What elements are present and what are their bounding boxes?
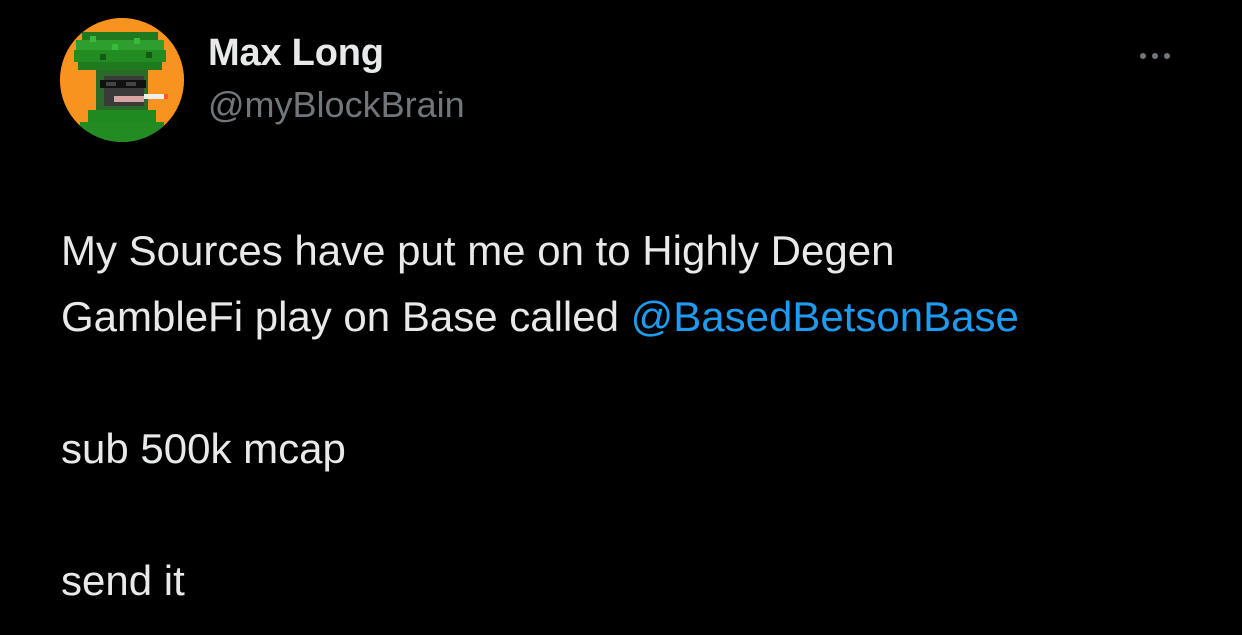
mention-link[interactable]: @BasedBetsonBase bbox=[631, 293, 1019, 340]
more-options-icon-dot bbox=[1152, 53, 1158, 59]
tweet-text: My Sources have put me on to Highly Dege… bbox=[61, 218, 1201, 614]
more-options-icon bbox=[1140, 53, 1146, 59]
tweet-line-text: GambleFi play on Base called bbox=[61, 293, 631, 340]
tweet-card[interactable]: Max Long @myBlockBrain My Sources have p… bbox=[0, 0, 1242, 635]
author-avatar[interactable] bbox=[60, 18, 184, 142]
author-name[interactable]: Max Long bbox=[208, 32, 384, 75]
pixel-ape-avatar-icon bbox=[60, 18, 184, 142]
tweet-line: GambleFi play on Base called @BasedBetso… bbox=[61, 284, 1201, 350]
author-handle[interactable]: @myBlockBrain bbox=[208, 84, 465, 126]
more-options-icon-dot bbox=[1164, 53, 1170, 59]
tweet-line: sub 500k mcap bbox=[61, 425, 346, 472]
tweet-line: send it bbox=[61, 557, 185, 604]
tweet-line: My Sources have put me on to Highly Dege… bbox=[61, 227, 895, 274]
more-options-button[interactable] bbox=[1128, 38, 1182, 74]
